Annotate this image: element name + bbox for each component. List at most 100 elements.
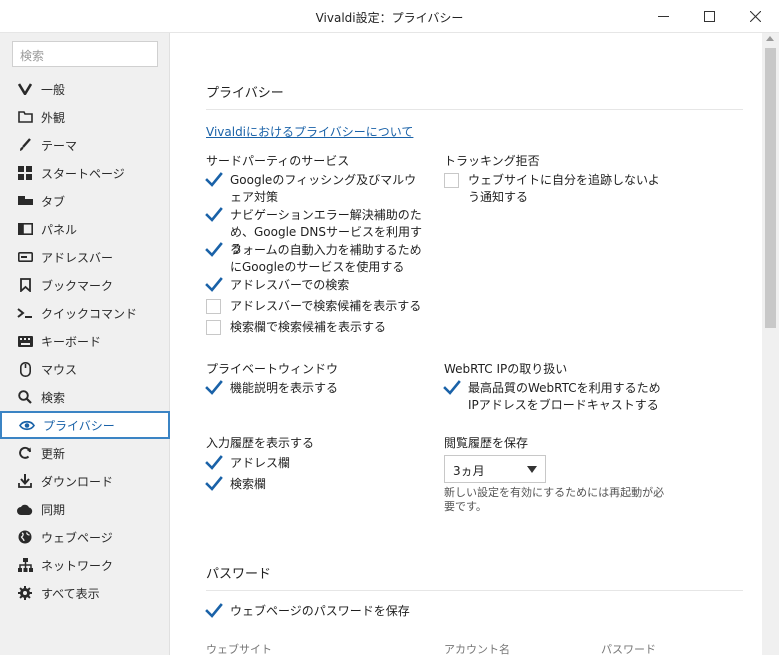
content-scrollbar[interactable] bbox=[762, 33, 779, 655]
checkmark-icon bbox=[205, 242, 223, 258]
brush-icon bbox=[16, 136, 34, 154]
checkbox-box bbox=[206, 299, 221, 314]
sidebar-item-privacy[interactable]: プライバシー bbox=[0, 411, 170, 439]
column-header-account[interactable]: アカウント名 bbox=[444, 641, 510, 655]
do-not-track-checkbox[interactable]: ウェブサイトに自分を追跡しないよう通知する bbox=[444, 172, 664, 206]
sidebar-item-label: ブックマーク bbox=[41, 278, 114, 293]
column-header-website[interactable]: ウェブサイト bbox=[206, 641, 272, 655]
sidebar-item-start-page[interactable]: スタートページ bbox=[0, 159, 170, 187]
keyboard-icon bbox=[16, 332, 34, 350]
column-header-password[interactable]: パスワード bbox=[601, 641, 656, 655]
sidebar-item-tabs[interactable]: タブ bbox=[0, 187, 170, 215]
restart-note: 新しい設定を有効にするためには再起動が必要です。 bbox=[444, 486, 665, 513]
sidebar-item-keyboard[interactable]: キーボード bbox=[0, 327, 170, 355]
close-icon bbox=[749, 10, 761, 22]
checkbox-label: 検索欄で検索候補を表示する bbox=[230, 320, 387, 334]
sidebar-item-show-all[interactable]: すべて表示 bbox=[0, 579, 170, 607]
quick-command-icon bbox=[16, 304, 34, 322]
sidebar-item-address-bar[interactable]: アドレスバー bbox=[0, 243, 170, 271]
scroll-up-icon[interactable] bbox=[766, 36, 774, 41]
third-party-services-title: サードパーティのサービス bbox=[206, 154, 350, 168]
grid-icon bbox=[16, 164, 34, 182]
search-icon bbox=[16, 388, 34, 406]
network-icon bbox=[16, 556, 34, 574]
checkmark-icon bbox=[205, 172, 223, 188]
webrtc-broadcast-checkbox[interactable]: 最高品質のWebRTCを利用するためIPアドレスをブロードキャストする bbox=[443, 380, 669, 414]
sidebar-item-themes[interactable]: テーマ bbox=[0, 131, 170, 159]
sidebar-item-quick-commands[interactable]: クイックコマンド bbox=[0, 299, 170, 327]
sidebar-item-label: 更新 bbox=[41, 446, 66, 461]
sidebar-item-label: ネットワーク bbox=[41, 558, 114, 573]
sidebar-item-label: すべて表示 bbox=[41, 586, 100, 601]
phishing-protection-checkbox[interactable]: Googleのフィッシング及びマルウェア対策 bbox=[205, 172, 426, 206]
minimize-button[interactable] bbox=[640, 0, 686, 32]
checkmark-icon bbox=[205, 277, 223, 293]
scrollbar-thumb[interactable] bbox=[765, 48, 776, 328]
address-bar-search-checkbox[interactable]: アドレスバーでの検索 bbox=[205, 277, 426, 294]
maximize-icon bbox=[703, 10, 715, 22]
save-passwords-checkbox[interactable]: ウェブページのパスワードを保存 bbox=[205, 603, 526, 620]
divider bbox=[206, 109, 743, 110]
chevron-down-icon bbox=[527, 466, 537, 473]
checkbox-label: Googleのフィッシング及びマルウェア対策 bbox=[230, 173, 417, 204]
browsing-history-title: 閲覧履歴を保存 bbox=[444, 436, 529, 450]
history-retention-select[interactable]: 3ヵ月 bbox=[444, 455, 546, 483]
sidebar-item-label: 同期 bbox=[41, 502, 66, 517]
checkmark-icon bbox=[205, 207, 223, 223]
checkbox-box bbox=[206, 320, 221, 335]
search-field-history-checkbox[interactable]: 検索欄 bbox=[205, 476, 426, 493]
sidebar-item-panels[interactable]: パネル bbox=[0, 215, 170, 243]
settings-search-input[interactable]: 検索 bbox=[12, 41, 158, 67]
address-bar-suggestions-checkbox[interactable]: アドレスバーで検索候補を表示する bbox=[206, 298, 426, 315]
sidebar-item-label: キーボード bbox=[41, 334, 102, 349]
do-not-track-title: トラッキング拒否 bbox=[444, 154, 540, 168]
refresh-icon bbox=[16, 444, 34, 462]
sidebar-item-general[interactable]: 一般 bbox=[0, 75, 170, 103]
checkmark-icon bbox=[205, 476, 223, 492]
checkbox-label: ウェブサイトに自分を追跡しないよう通知する bbox=[468, 173, 660, 204]
sidebar-item-mouse[interactable]: マウス bbox=[0, 355, 170, 383]
input-history-title: 入力履歴を表示する bbox=[206, 436, 315, 450]
sidebar-item-label: 外観 bbox=[41, 110, 66, 125]
sidebar-item-network[interactable]: ネットワーク bbox=[0, 551, 170, 579]
sidebar-item-search[interactable]: 検索 bbox=[0, 383, 170, 411]
sidebar-item-updates[interactable]: 更新 bbox=[0, 439, 170, 467]
private-window-intro-checkbox[interactable]: 機能説明を表示する bbox=[205, 380, 426, 397]
private-window-title: プライベートウィンドウ bbox=[206, 362, 339, 376]
download-icon bbox=[16, 472, 34, 490]
checkbox-label: 機能説明を表示する bbox=[230, 381, 339, 395]
title-bar: Vivaldi設定：プライバシー bbox=[0, 0, 779, 33]
checkmark-icon bbox=[443, 380, 461, 396]
maximize-button[interactable] bbox=[686, 0, 732, 32]
globe-icon bbox=[16, 528, 34, 546]
sidebar-item-label: ダウンロード bbox=[41, 474, 114, 489]
vivaldi-v-icon bbox=[16, 80, 34, 98]
folder-icon bbox=[16, 108, 34, 126]
sidebar-item-downloads[interactable]: ダウンロード bbox=[0, 467, 170, 495]
checkbox-label: 最高品質のWebRTCを利用するためIPアドレスをブロードキャストする bbox=[468, 381, 661, 412]
passwords-section-title: パスワード bbox=[206, 567, 272, 582]
sidebar-item-bookmarks[interactable]: ブックマーク bbox=[0, 271, 170, 299]
bookmark-icon bbox=[16, 276, 34, 294]
panel-icon bbox=[16, 220, 34, 238]
privacy-info-link[interactable]: Vivaldiにおけるプライバシーについて bbox=[206, 123, 413, 140]
autofill-service-checkbox[interactable]: フォームの自動入力を補助するためにGoogleのサービスを使用する bbox=[205, 242, 426, 276]
sidebar-item-label: パネル bbox=[41, 222, 78, 237]
close-button[interactable] bbox=[732, 0, 778, 32]
sidebar-item-webpages[interactable]: ウェブページ bbox=[0, 523, 170, 551]
checkmark-icon bbox=[205, 603, 223, 619]
sidebar-item-label: アドレスバー bbox=[41, 250, 114, 265]
checkbox-label: アドレス欄 bbox=[230, 456, 291, 470]
cloud-icon bbox=[16, 500, 34, 518]
sidebar-item-label: 検索 bbox=[41, 390, 66, 405]
sidebar-item-appearance[interactable]: 外観 bbox=[0, 103, 170, 131]
mouse-icon bbox=[16, 360, 34, 378]
checkbox-label: フォームの自動入力を補助するためにGoogleのサービスを使用する bbox=[230, 243, 422, 274]
settings-nav: 一般 外観 テーマ スタートページ タブ パネル アドレスバー ブックマーク ク… bbox=[0, 75, 170, 607]
sidebar-item-label: タブ bbox=[41, 194, 66, 209]
address-field-history-checkbox[interactable]: アドレス欄 bbox=[205, 455, 426, 472]
select-value: 3ヵ月 bbox=[453, 464, 485, 478]
sidebar-item-label: テーマ bbox=[41, 138, 78, 153]
search-field-suggestions-checkbox[interactable]: 検索欄で検索候補を表示する bbox=[206, 319, 426, 336]
sidebar-item-sync[interactable]: 同期 bbox=[0, 495, 170, 523]
